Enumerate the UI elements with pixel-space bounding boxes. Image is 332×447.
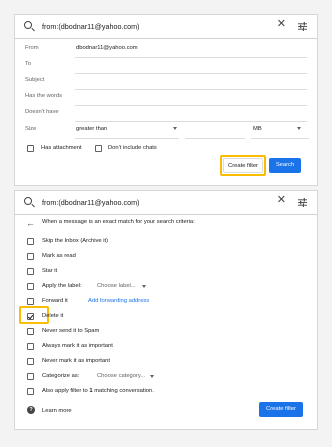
size-row: Size greater than MB [25, 123, 309, 139]
has-words-label: Has the words [25, 93, 63, 99]
has-attachment-label: Has attachment [41, 145, 82, 151]
criteria-text: When a message is an exact match for you… [42, 219, 195, 225]
unit-caret-icon[interactable] [297, 127, 301, 130]
search-query[interactable]: from:(dbodnar11@yahoo.com) [42, 198, 139, 207]
tune-icon[interactable] [298, 198, 307, 207]
size-comparator-select[interactable]: greater than [76, 126, 107, 132]
tune-icon[interactable] [298, 22, 307, 31]
label-dropdown-caret-icon[interactable] [142, 285, 146, 288]
size-label: Size [25, 126, 37, 132]
option-delete[interactable]: Delete it [25, 311, 307, 325]
option-forward[interactable]: Forward it Add forwarding address [25, 296, 307, 310]
from-label: From [25, 45, 39, 51]
apply-prefix: Also apply filter to [42, 388, 90, 394]
checkbox[interactable] [27, 328, 34, 335]
from-value[interactable]: dbodnar11@yahoo.com [76, 45, 138, 51]
search-bar[interactable]: from:(dbodnar11@yahoo.com) ✕ [15, 15, 317, 39]
has-words-field[interactable]: Has the words [25, 90, 307, 106]
option-label: Mark as read [42, 253, 76, 259]
create-filter-button[interactable]: Create filter [259, 402, 303, 417]
create-filter-button[interactable]: Create filter [223, 158, 263, 173]
option-apply-to-matching[interactable]: Also apply filter to 1 matching conversa… [25, 386, 307, 400]
option-apply-label[interactable]: Apply the label: Choose label... [25, 281, 307, 295]
doesnt-have-label: Doesn't have [25, 109, 59, 115]
checkbox[interactable] [27, 268, 34, 275]
option-label: Never send it to Spam [42, 328, 100, 334]
to-label: To [25, 61, 32, 67]
search-button[interactable]: Search [269, 158, 301, 173]
option-categorize[interactable]: Categorize as: Choose category... [25, 371, 307, 385]
option-label: Always mark it as important [42, 343, 113, 349]
label-dropdown[interactable]: Choose label... [97, 283, 136, 289]
from-field[interactable]: From dbodnar11@yahoo.com [25, 42, 307, 58]
learn-more-link[interactable]: Learn more [42, 408, 72, 414]
search-icon[interactable] [24, 197, 32, 205]
checkbox[interactable] [27, 373, 34, 380]
option-label: Forward it [42, 298, 68, 304]
category-dropdown[interactable]: Choose category... [97, 373, 145, 379]
comparator-caret-icon[interactable] [173, 127, 177, 130]
search-options-panel: from:(dbodnar11@yahoo.com) ✕ From dbodna… [14, 14, 318, 186]
checkbox[interactable] [27, 238, 34, 245]
checkbox[interactable] [27, 298, 34, 305]
option-star[interactable]: Star it [25, 266, 307, 280]
option-label: Categorize as: [42, 373, 80, 379]
apply-suffix: matching conversation. [92, 388, 154, 394]
option-label: Skip the Inbox (Archive it) [42, 238, 109, 244]
option-mark-read[interactable]: Mark as read [25, 251, 307, 265]
option-label: Also apply filter to 1 matching conversa… [42, 388, 154, 394]
search-query[interactable]: from:(dbodnar11@yahoo.com) [42, 22, 139, 31]
search-bar[interactable]: from:(dbodnar11@yahoo.com) ✕ [15, 191, 317, 215]
search-icon[interactable] [24, 21, 32, 29]
size-unit-select[interactable]: MB [253, 126, 262, 132]
close-icon[interactable]: ✕ [277, 195, 286, 206]
option-label: Delete it [42, 313, 64, 319]
category-dropdown-caret-icon[interactable] [150, 375, 154, 378]
option-label: Apply the label: [42, 283, 82, 289]
subject-label: Subject [25, 77, 45, 83]
option-never-spam[interactable]: Never send it to Spam [25, 326, 307, 340]
checkbox[interactable] [27, 253, 34, 260]
subject-field[interactable]: Subject [25, 74, 307, 90]
option-never-important[interactable]: Never mark it as important [25, 356, 307, 370]
option-label: Never mark it as important [42, 358, 110, 364]
has-attachment-checkbox[interactable] [27, 145, 34, 152]
dont-include-chats-label: Don't include chats [108, 145, 157, 151]
checkbox[interactable] [27, 358, 34, 365]
close-icon[interactable]: ✕ [277, 19, 286, 30]
checkbox[interactable] [27, 388, 34, 395]
to-field[interactable]: To [25, 58, 307, 74]
add-forwarding-address-link[interactable]: Add forwarding address [88, 298, 149, 304]
back-arrow-icon[interactable]: ← [26, 218, 35, 228]
option-label: Star it [42, 268, 58, 274]
dont-include-chats-checkbox[interactable] [95, 145, 102, 152]
help-icon[interactable]: ? [27, 406, 35, 414]
checkbox[interactable] [27, 343, 34, 350]
option-skip-inbox[interactable]: Skip the Inbox (Archive it) [25, 236, 307, 250]
checkbox-checked-icon[interactable] [27, 313, 34, 320]
filter-actions-panel: from:(dbodnar11@yahoo.com) ✕ ← When a me… [14, 190, 318, 430]
option-always-important[interactable]: Always mark it as important [25, 341, 307, 355]
checkbox[interactable] [27, 283, 34, 290]
doesnt-have-field[interactable]: Doesn't have [25, 106, 307, 122]
